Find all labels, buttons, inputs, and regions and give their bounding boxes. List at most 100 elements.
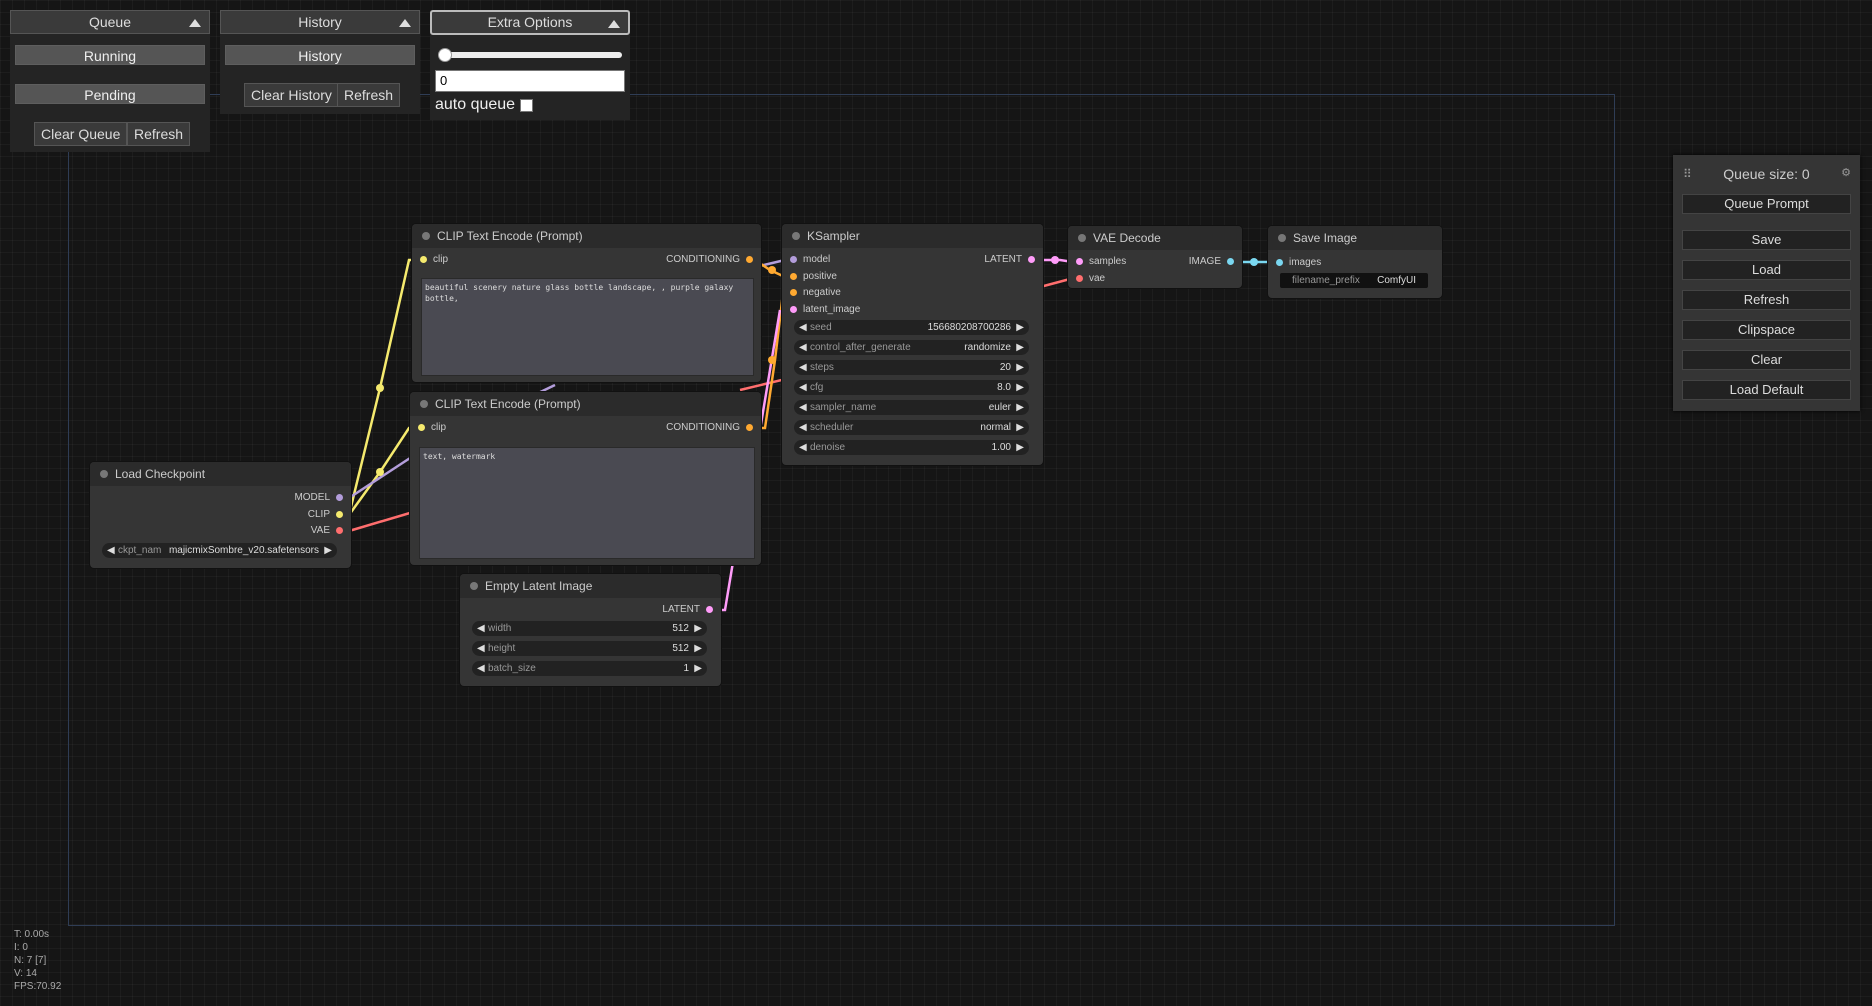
input-slot-model[interactable]: model <box>788 253 830 267</box>
output-slot-model[interactable]: MODEL <box>294 491 345 505</box>
widget-control-after-generate[interactable]: ◀ control_after_generate randomize ▶ <box>794 340 1029 355</box>
output-slot-conditioning[interactable]: CONDITIONING <box>666 421 755 435</box>
running-button[interactable]: Running <box>15 45 205 65</box>
decrement-arrow-icon[interactable]: ◀ <box>799 360 807 375</box>
clip-text-encode-negative-node[interactable]: CLIP Text Encode (Prompt) clip CONDITION… <box>410 392 761 565</box>
clipspace-button[interactable]: Clipspace <box>1682 320 1851 340</box>
decrement-arrow-icon[interactable]: ◀ <box>107 543 115 558</box>
collapse-arrow-icon[interactable] <box>189 19 201 27</box>
collapse-dot-icon[interactable] <box>422 232 430 240</box>
input-slot-samples[interactable]: samples <box>1074 255 1126 269</box>
extra-options-header[interactable]: Extra Options <box>430 10 630 35</box>
clear-button[interactable]: Clear <box>1682 350 1851 370</box>
clip-text-encode-positive-node[interactable]: CLIP Text Encode (Prompt) clip CONDITION… <box>412 224 761 382</box>
input-slot-clip[interactable]: clip <box>416 421 446 435</box>
decrement-arrow-icon[interactable]: ◀ <box>799 340 807 355</box>
collapse-dot-icon[interactable] <box>100 470 108 478</box>
increment-arrow-icon[interactable]: ▶ <box>694 621 702 636</box>
history-button[interactable]: History <box>225 45 415 65</box>
decrement-arrow-icon[interactable]: ◀ <box>799 380 807 395</box>
collapse-dot-icon[interactable] <box>420 400 428 408</box>
collapse-dot-icon[interactable] <box>470 582 478 590</box>
widget-batch-size[interactable]: ◀ batch_size 1 ▶ <box>472 661 707 676</box>
widget-value: majicmixSombre_v20.safetensors <box>168 545 319 556</box>
clear-history-button[interactable]: Clear History <box>244 83 339 107</box>
batch-slider-thumb[interactable] <box>438 48 452 62</box>
increment-arrow-icon[interactable]: ▶ <box>1016 420 1024 435</box>
increment-arrow-icon[interactable]: ▶ <box>1016 360 1024 375</box>
input-slot-latent-image[interactable]: latent_image <box>788 303 860 317</box>
collapse-dot-icon[interactable] <box>1278 234 1286 242</box>
widget-filename-prefix[interactable]: filename_prefix ComfyUI <box>1280 273 1428 288</box>
decrement-arrow-icon[interactable]: ◀ <box>799 440 807 455</box>
input-slot-positive[interactable]: positive <box>788 270 837 284</box>
node-title-bar[interactable]: KSampler <box>782 224 1043 248</box>
widget-scheduler[interactable]: ◀ scheduler normal ▶ <box>794 420 1029 435</box>
collapse-dot-icon[interactable] <box>1078 234 1086 242</box>
queue-prompt-button[interactable]: Queue Prompt <box>1682 194 1851 214</box>
node-title-bar[interactable]: Load Checkpoint <box>90 462 351 486</box>
decrement-arrow-icon[interactable]: ◀ <box>477 641 485 656</box>
node-title-bar[interactable]: CLIP Text Encode (Prompt) <box>410 392 761 416</box>
increment-arrow-icon[interactable]: ▶ <box>324 543 332 558</box>
decrement-arrow-icon[interactable]: ◀ <box>799 420 807 435</box>
increment-arrow-icon[interactable]: ▶ <box>1016 320 1024 335</box>
input-slot-vae[interactable]: vae <box>1074 272 1105 286</box>
decrement-arrow-icon[interactable]: ◀ <box>477 621 485 636</box>
output-slot-latent[interactable]: LATENT <box>662 603 715 617</box>
decrement-arrow-icon[interactable]: ◀ <box>799 400 807 415</box>
increment-arrow-icon[interactable]: ▶ <box>694 641 702 656</box>
widget-ckpt-name[interactable]: ◀ ckpt_nam majicmixSombre_v20.safetensors ▶ <box>102 543 337 558</box>
decrement-arrow-icon[interactable]: ◀ <box>799 320 807 335</box>
prompt-textarea[interactable]: beautiful scenery nature glass bottle la… <box>421 278 754 376</box>
widget-cfg[interactable]: ◀ cfg 8.0 ▶ <box>794 380 1029 395</box>
output-slot-vae[interactable]: VAE <box>311 524 345 538</box>
input-slot-negative[interactable]: negative <box>788 286 841 300</box>
settings-gear-icon[interactable]: ⚙ <box>1841 166 1851 179</box>
history-panel-header[interactable]: History <box>220 10 420 34</box>
save-button[interactable]: Save <box>1682 230 1851 250</box>
increment-arrow-icon[interactable]: ▶ <box>1016 440 1024 455</box>
input-slot-clip[interactable]: clip <box>418 253 448 267</box>
increment-arrow-icon[interactable]: ▶ <box>1016 400 1024 415</box>
widget-sampler-name[interactable]: ◀ sampler_name euler ▶ <box>794 400 1029 415</box>
increment-arrow-icon[interactable]: ▶ <box>1016 340 1024 355</box>
widget-width[interactable]: ◀ width 512 ▶ <box>472 621 707 636</box>
widget-steps[interactable]: ◀ steps 20 ▶ <box>794 360 1029 375</box>
ksampler-node[interactable]: KSampler model positive negative latent_… <box>782 224 1043 465</box>
node-title-bar[interactable]: Save Image <box>1268 226 1442 250</box>
vae-decode-node[interactable]: VAE Decode samples vae IMAGE <box>1068 226 1242 288</box>
prompt-textarea[interactable]: text, watermark <box>419 447 755 559</box>
decrement-arrow-icon[interactable]: ◀ <box>477 661 485 676</box>
collapse-arrow-icon[interactable] <box>608 20 620 28</box>
output-slot-conditioning[interactable]: CONDITIONING <box>666 253 755 267</box>
history-refresh-button[interactable]: Refresh <box>337 83 401 107</box>
queue-panel-header[interactable]: Queue <box>10 10 210 34</box>
widget-height[interactable]: ◀ height 512 ▶ <box>472 641 707 656</box>
input-slot-images[interactable]: images <box>1274 256 1321 270</box>
node-title-bar[interactable]: VAE Decode <box>1068 226 1242 250</box>
node-title-bar[interactable]: Empty Latent Image <box>460 574 721 598</box>
batch-slider[interactable] <box>438 52 622 58</box>
increment-arrow-icon[interactable]: ▶ <box>1016 380 1024 395</box>
load-default-button[interactable]: Load Default <box>1682 380 1851 400</box>
refresh-button[interactable]: Refresh <box>1682 290 1851 310</box>
widget-denoise[interactable]: ◀ denoise 1.00 ▶ <box>794 440 1029 455</box>
clear-queue-button[interactable]: Clear Queue <box>34 122 128 146</box>
load-button[interactable]: Load <box>1682 260 1851 280</box>
output-slot-clip[interactable]: CLIP <box>308 508 345 522</box>
queue-refresh-button[interactable]: Refresh <box>127 122 191 146</box>
output-slot-image[interactable]: IMAGE <box>1189 255 1236 269</box>
save-image-node[interactable]: Save Image images filename_prefix ComfyUI <box>1268 226 1442 298</box>
auto-queue-checkbox[interactable] <box>520 99 533 112</box>
collapse-arrow-icon[interactable] <box>399 19 411 27</box>
node-title-bar[interactable]: CLIP Text Encode (Prompt) <box>412 224 761 248</box>
batch-count-input[interactable]: 0 <box>435 70 625 92</box>
load-checkpoint-node[interactable]: Load Checkpoint MODEL CLIP VAE ◀ ckpt_nam… <box>90 462 351 568</box>
widget-seed[interactable]: ◀ seed 156680208700286 ▶ <box>794 320 1029 335</box>
output-slot-latent[interactable]: LATENT <box>984 253 1037 267</box>
increment-arrow-icon[interactable]: ▶ <box>694 661 702 676</box>
pending-button[interactable]: Pending <box>15 84 205 104</box>
empty-latent-image-node[interactable]: Empty Latent Image LATENT ◀ width 512 ▶ ◀ he… <box>460 574 721 686</box>
collapse-dot-icon[interactable] <box>792 232 800 240</box>
